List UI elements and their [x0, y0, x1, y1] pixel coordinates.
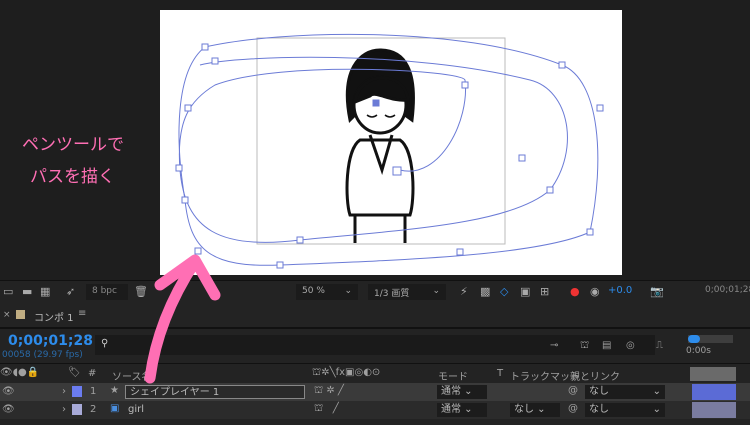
pink-arrow-annotation	[144, 254, 221, 384]
